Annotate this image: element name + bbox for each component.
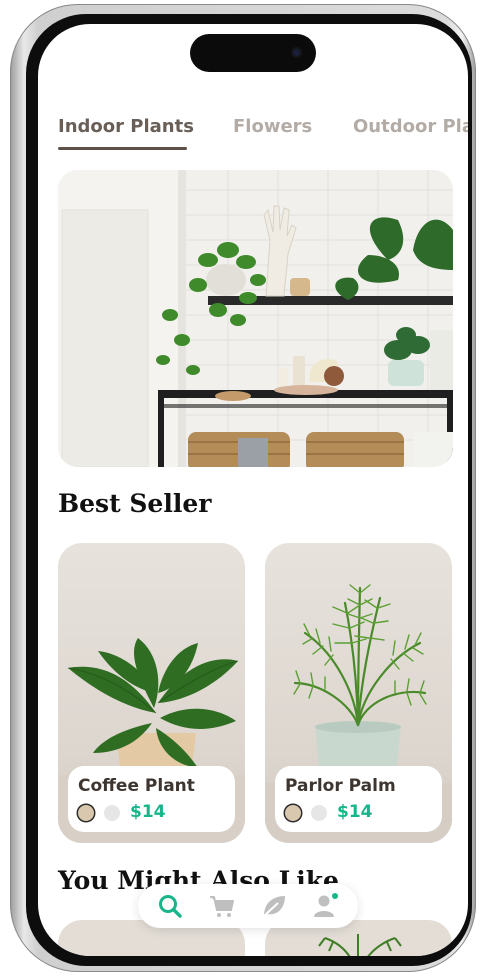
color-swatch[interactable] <box>311 805 327 821</box>
color-swatch-selected[interactable] <box>285 805 301 821</box>
dynamic-island <box>190 34 316 72</box>
color-swatch[interactable] <box>104 805 120 821</box>
tab-indoor-plants[interactable]: Indoor Plants <box>58 116 194 137</box>
product-info: Coffee Plant $14 <box>68 766 235 832</box>
product-price: $14 <box>337 802 373 822</box>
hero-illustration <box>58 170 453 467</box>
product-price: $14 <box>130 802 166 822</box>
product-card-coffee-plant[interactable]: Coffee Plant $14 <box>58 543 245 843</box>
product-card-parlor-palm[interactable]: Parlor Palm $14 <box>265 543 452 843</box>
product-info: Parlor Palm $14 <box>275 766 442 832</box>
tab-flowers[interactable]: Flowers <box>233 116 312 137</box>
active-tab-indicator <box>58 147 187 150</box>
hero-banner-image[interactable] <box>58 170 453 467</box>
app-screen: Indoor Plants Flowers Outdoor Plants <box>38 24 468 956</box>
leaf-icon[interactable] <box>260 892 288 920</box>
phone-frame: Indoor Plants Flowers Outdoor Plants <box>10 4 476 972</box>
product-name: Parlor Palm <box>285 776 396 796</box>
search-icon[interactable] <box>156 892 184 920</box>
bottom-nav-bar <box>138 884 358 928</box>
camera-icon <box>291 47 302 58</box>
color-swatch-selected[interactable] <box>78 805 94 821</box>
tab-outdoor-plants[interactable]: Outdoor Plants <box>353 116 468 137</box>
product-name: Coffee Plant <box>78 776 195 796</box>
profile-icon[interactable] <box>312 892 340 920</box>
section-title-best-seller: Best Seller <box>58 489 212 518</box>
cart-icon[interactable] <box>208 892 236 920</box>
